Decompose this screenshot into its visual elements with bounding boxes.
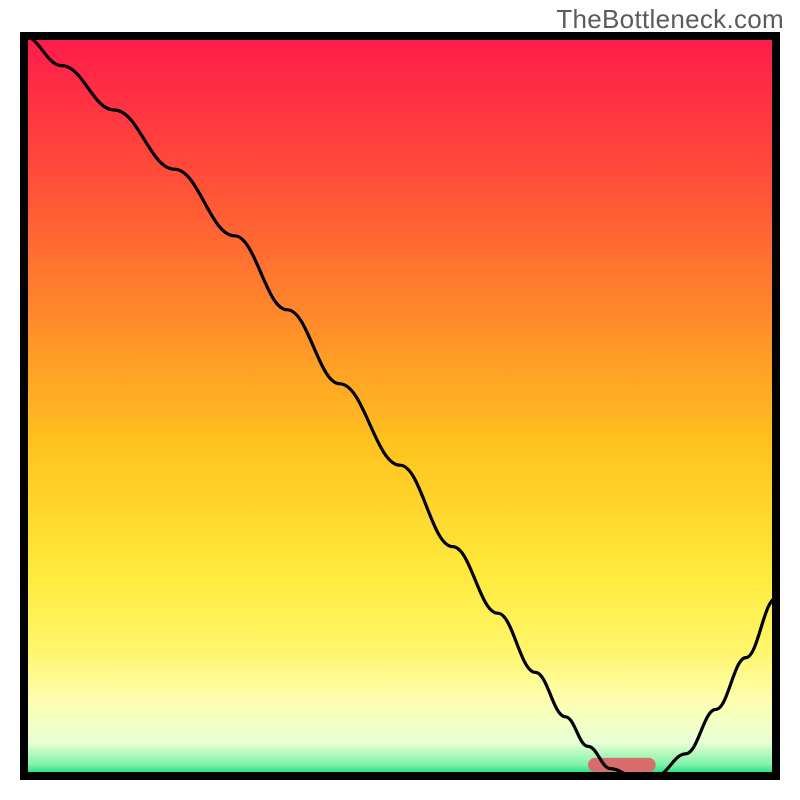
watermark-text: TheBottleneck.com xyxy=(556,4,784,35)
chart-container: TheBottleneck.com xyxy=(0,0,800,800)
bottleneck-chart xyxy=(0,0,800,800)
